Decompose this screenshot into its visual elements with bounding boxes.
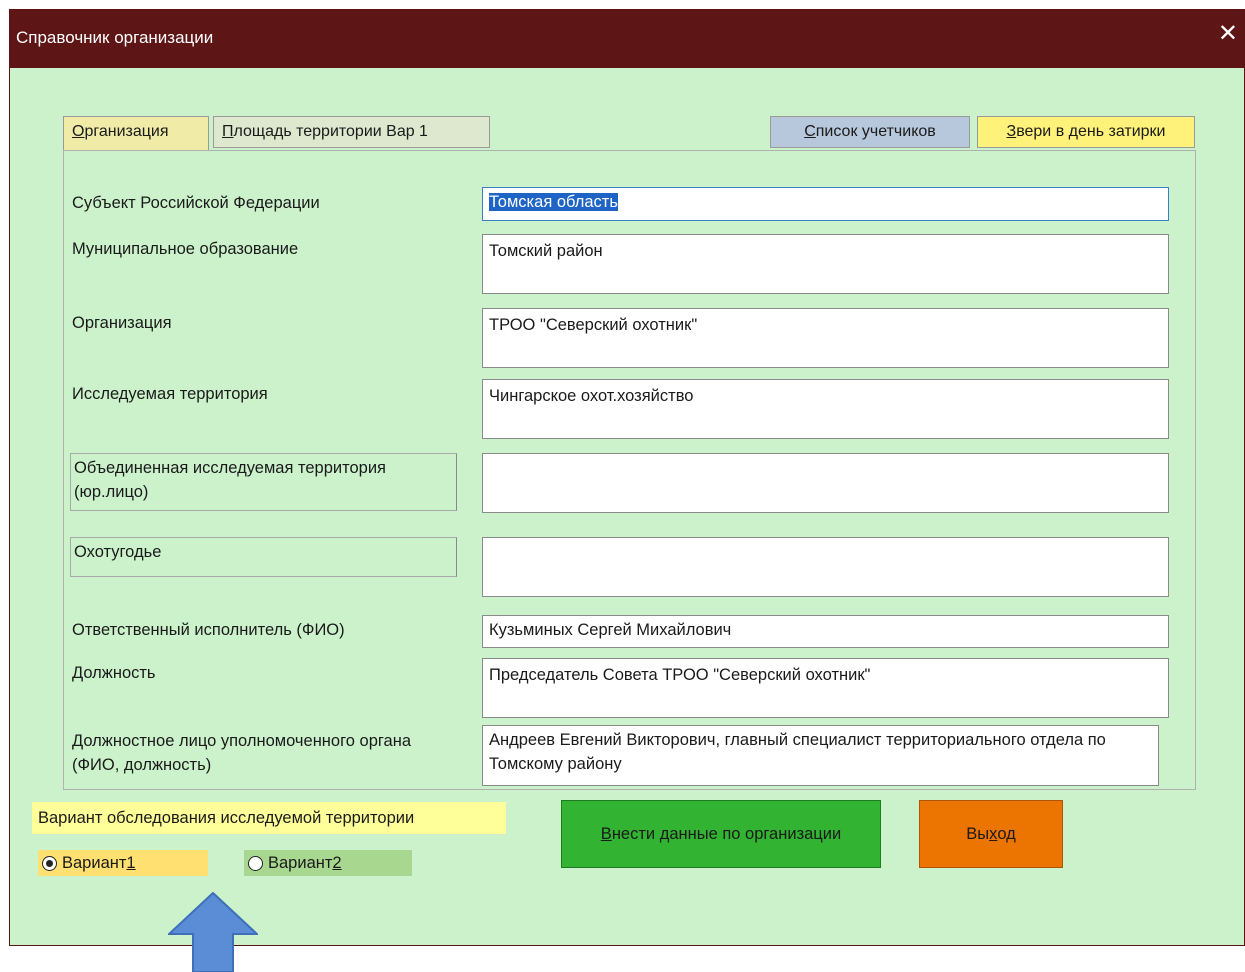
tab-territory-area[interactable]: Площадь территории Вар 1: [213, 116, 490, 148]
territory-label: Исследуемая территория: [72, 385, 268, 403]
tab-animals-day-accel: З: [1006, 123, 1017, 140]
close-icon[interactable]: ✕: [1218, 22, 1238, 46]
subject-label: Субъект Российской Федерации: [72, 194, 320, 212]
hunting-ground-field[interactable]: [482, 537, 1169, 597]
tab-counter-list-label: писок учетчиков: [815, 123, 936, 140]
exit-label-start: Вы: [966, 824, 990, 843]
variant-2-radio-circle: [248, 855, 263, 871]
up-arrow-icon: [168, 892, 258, 972]
variant-2-accel: 2: [332, 853, 342, 872]
variant-2-label: Вариант: [268, 853, 333, 872]
position-field[interactable]: Председатель Совета ТРОО "Северский охот…: [482, 658, 1169, 718]
tab-animals-day-label: вери в день затирки: [1016, 123, 1166, 140]
submit-accel: В: [600, 824, 612, 843]
responsible-label: Ответственный исполнитель (ФИО): [72, 621, 345, 639]
window-title: Справочник организации: [16, 28, 214, 47]
variant-1-radio-circle: [42, 855, 57, 871]
tab-organization-label: рганизация: [84, 123, 169, 140]
municipal-label: Муниципальное образование: [72, 240, 299, 258]
territory-field[interactable]: Чингарское охот.хозяйство: [482, 379, 1169, 439]
official-field[interactable]: Андреев Евгений Викторович, главный спец…: [482, 725, 1159, 786]
tab-territory-area-label: лощадь территории Вар 1: [233, 123, 428, 140]
tab-organization-accel: О: [72, 123, 85, 140]
title-bar: Справочник организации ✕: [10, 10, 1244, 68]
variant-1-radio[interactable]: Вариант 1: [38, 850, 208, 876]
variant-1-accel: 1: [126, 853, 136, 872]
tab-counter-list-accel: С: [804, 123, 816, 140]
org-field[interactable]: ТРОО "Северский охотник": [482, 308, 1169, 368]
exit-label-end: од: [997, 824, 1016, 843]
tab-territory-area-accel: П: [222, 123, 234, 140]
position-label: Должность: [72, 664, 156, 682]
organization-panel: Субъект Российской Федерации Томская обл…: [63, 150, 1196, 790]
dialog-window: Справочник организации ✕ Организация Пло…: [9, 9, 1245, 946]
united-territory-label: Объединенная исследуемая территория (юр.…: [70, 453, 457, 511]
variant-1-radio-dot: [46, 859, 53, 867]
subject-value: Томская область: [489, 193, 618, 211]
hunting-ground-label: Охотугодье: [70, 537, 457, 577]
responsible-field[interactable]: Кузьминых Сергей Михайлович: [482, 615, 1169, 648]
submit-label: нести данные по организации: [611, 824, 842, 843]
variant-1-label: Вариант: [62, 853, 127, 872]
submit-organization-button[interactable]: Внести данные по организации: [561, 800, 881, 868]
tab-animals-day[interactable]: Звери в день затирки: [977, 116, 1195, 148]
tab-counter-list[interactable]: Список учетчиков: [770, 116, 970, 148]
variant-2-radio[interactable]: Вариант 2: [244, 850, 412, 876]
tab-organization[interactable]: Организация: [63, 116, 209, 151]
exit-accel: х: [989, 824, 998, 843]
exit-button[interactable]: Вы х од: [919, 800, 1063, 868]
municipal-field[interactable]: Томский район: [482, 234, 1169, 294]
subject-field[interactable]: Томская область: [482, 187, 1169, 221]
org-label: Организация: [72, 314, 172, 332]
variant-caption: Вариант обследования исследуемой террито…: [32, 802, 506, 834]
official-label: Должностное лицо уполномоченного органа …: [72, 732, 411, 774]
united-territory-field[interactable]: [482, 453, 1169, 513]
